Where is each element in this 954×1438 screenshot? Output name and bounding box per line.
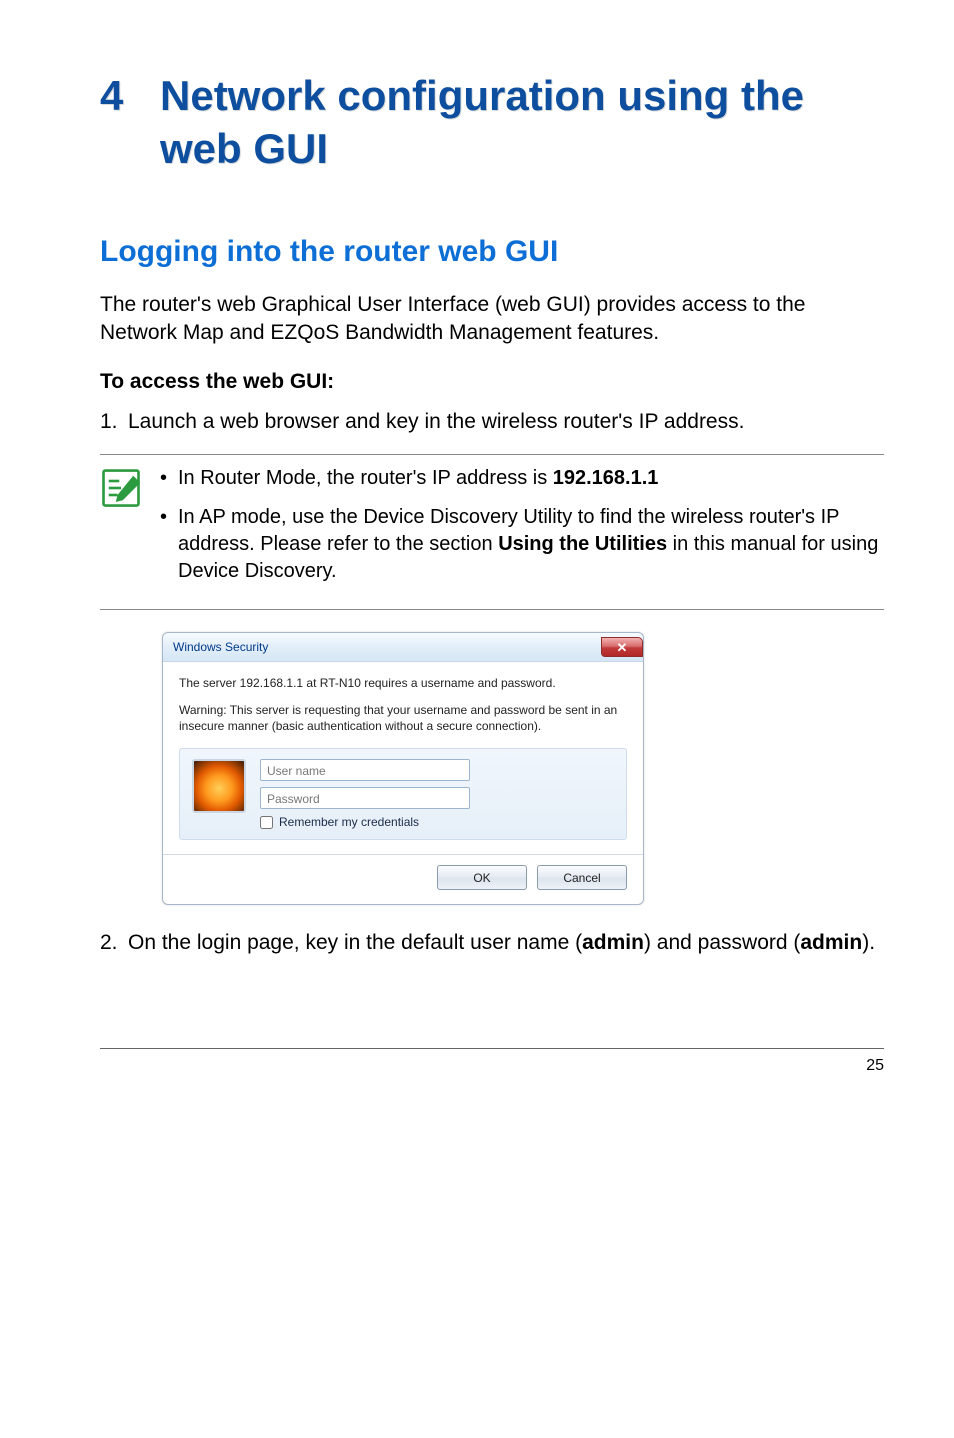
chapter-number: 4 (100, 70, 160, 175)
subhead: To access the web GUI: (100, 370, 884, 394)
remember-credentials[interactable]: Remember my credentials (260, 815, 614, 829)
note-item-1: In Router Mode, the router's IP address … (176, 465, 884, 492)
chapter-text: Network configuration using the web GUI (160, 70, 884, 175)
dialog-warning: Warning: This server is requesting that … (179, 702, 627, 734)
note-block: In Router Mode, the router's IP address … (100, 454, 884, 610)
step-2-post: ). (862, 931, 875, 954)
note-1-ip: 192.168.1.1 (553, 467, 659, 489)
step-1: 1. Launch a web browser and key in the w… (100, 408, 884, 436)
dialog-server-line: The server 192.168.1.1 at RT-N10 require… (179, 676, 627, 690)
step-1-number: 1. (100, 408, 128, 436)
remember-label: Remember my credentials (279, 815, 419, 829)
remember-checkbox[interactable] (260, 816, 273, 829)
dialog-titlebar[interactable]: Windows Security ✕ (163, 633, 643, 662)
page-number: 25 (866, 1057, 884, 1074)
notepad-icon-svg (100, 467, 142, 509)
step-2-number: 2. (100, 929, 128, 957)
ok-button[interactable]: OK (437, 865, 527, 890)
step-2-pass: admin (800, 931, 862, 954)
notepad-icon (100, 465, 158, 597)
step-2-pre: On the login page, key in the default us… (128, 931, 582, 954)
step-1-text: Launch a web browser and key in the wire… (128, 408, 884, 436)
intro-paragraph: The router's web Graphical User Interfac… (100, 291, 884, 348)
note-1-pre: In Router Mode, the router's IP address … (178, 467, 553, 489)
step-2-mid: ) and password ( (644, 931, 800, 954)
dialog-content: The server 192.168.1.1 at RT-N10 require… (163, 662, 643, 904)
username-field[interactable]: User name (260, 759, 470, 781)
dialog-title: Windows Security (173, 640, 268, 654)
chapter-title: 4 Network configuration using the web GU… (100, 70, 884, 175)
step-2-text: On the login page, key in the default us… (128, 929, 884, 957)
dialog-buttons: OK Cancel (179, 865, 627, 890)
cancel-button[interactable]: Cancel (537, 865, 627, 890)
step-2: 2. On the login page, key in the default… (100, 929, 884, 957)
credential-area: User name Password Remember my credentia… (179, 748, 627, 840)
dialog-separator (163, 854, 643, 855)
windows-security-dialog: Windows Security ✕ The server 192.168.1.… (162, 632, 644, 905)
close-icon: ✕ (617, 641, 628, 654)
close-button[interactable]: ✕ (601, 637, 643, 657)
avatar (192, 759, 246, 813)
password-field[interactable]: Password (260, 787, 470, 809)
note-item-2: In AP mode, use the Device Discovery Uti… (176, 504, 884, 585)
section-title: Logging into the router web GUI (100, 235, 884, 269)
credential-fields: User name Password Remember my credentia… (260, 759, 614, 829)
page-footer: 25 (100, 1048, 884, 1075)
note-2-bold: Using the Utilities (498, 533, 667, 555)
step-2-user: admin (582, 931, 644, 954)
note-body: In Router Mode, the router's IP address … (158, 465, 884, 597)
